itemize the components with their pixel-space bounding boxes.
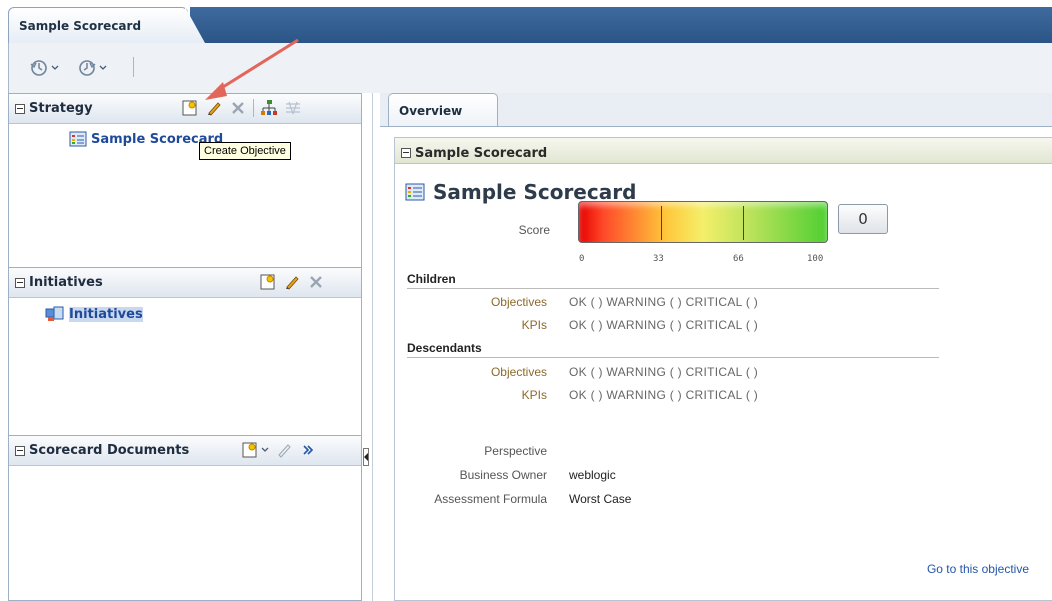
create-document-button[interactable] [241,441,259,459]
strategy-panel-header: Strategy [9,94,361,124]
double-chevron-right-icon [303,445,314,455]
edit-button[interactable] [283,273,301,291]
go-to-objective-link[interactable]: Go to this objective [927,562,1029,576]
documents-panel-header: Scorecard Documents [9,436,361,466]
initiatives-panel: Initiatives Initiatives [9,267,361,435]
strategy-title-text: Strategy [29,101,93,116]
card-header-text: Sample Scorecard [415,145,548,161]
initiatives-icon [45,306,64,321]
history-forward-icon [79,60,96,76]
edit-button[interactable] [275,441,293,459]
score-value: 0 [838,204,888,234]
score-label: Score [518,223,550,237]
toolbar-divider [133,57,134,77]
descendants-kpis-label: KPIs [521,388,547,402]
descendants-heading: Descendants [407,341,939,358]
scorecard-icon [405,183,425,201]
pencil-icon [286,276,299,290]
chevron-down-icon[interactable] [261,446,269,454]
chevron-down-icon [51,65,59,70]
initiatives-panel-toolbar [259,273,325,291]
documents-title-text: Scorecard Documents [29,443,190,458]
gauge-tick-label: 33 [653,254,664,264]
toolbar [8,43,1052,93]
header-strip [190,7,1052,43]
collapse-icon[interactable] [15,445,25,456]
scorecard-icon [69,131,87,147]
chevron-down-icon [99,65,107,70]
card-header[interactable]: Sample Scorecard [395,138,1052,164]
tab-sample-scorecard[interactable]: Sample Scorecard [8,7,188,43]
gauge-tick-label: 0 [579,254,585,264]
strategy-panel: Strategy Sample Scorecard [9,94,361,267]
app-header: Sample Scorecard [0,0,1052,43]
descendants-objectives-label: Objectives [490,365,547,379]
pane-divider [372,93,373,601]
tree-item-label: Initiatives [69,306,143,322]
assessment-formula-value: Worst Case [569,492,632,506]
pane-splitter-handle[interactable] [363,448,369,466]
delete-x-icon [310,276,322,288]
children-objectives-label: Objectives [490,295,547,309]
business-owner-value: weblogic [569,468,616,482]
history-back-icon [30,60,47,76]
score-gauge [578,201,828,243]
new-document-icon [242,442,257,458]
create-initiative-button[interactable] [259,273,277,291]
children-kpis-status: OK ( ) WARNING ( ) CRITICAL ( ) [569,318,759,332]
initiatives-panel-header: Initiatives [9,268,361,298]
children-kpis-label: KPIs [521,318,547,332]
scorecard-overview-card: Sample Scorecard Sample Scorecard Score … [394,137,1052,601]
forward-history-button[interactable] [77,57,107,79]
perspective-label: Perspective [484,444,547,458]
pencil-icon [278,444,291,458]
descendants-kpis-status: OK ( ) WARNING ( ) CRITICAL ( ) [569,388,759,402]
annotation-arrow-icon [205,38,299,100]
gauge-tick-label: 66 [733,254,744,264]
gauge-tick-line [743,206,744,240]
descendants-objectives-status: OK ( ) WARNING ( ) CRITICAL ( ) [569,365,759,379]
scorecard-documents-panel: Scorecard Documents [9,435,361,601]
collapse-icon[interactable] [15,277,25,288]
back-history-button[interactable] [29,57,59,79]
delete-button[interactable] [307,273,325,291]
gauge-tick-line [661,206,662,240]
children-heading: Children [407,272,939,289]
tab-overview[interactable]: Overview [388,93,498,127]
documents-panel-toolbar [241,441,317,459]
business-owner-label: Business Owner [459,468,547,482]
left-pane: Strategy Sample Scorecard Initiatives In… [8,93,362,601]
main-content: Overview Sample Scorecard Sample Scoreca… [380,93,1052,601]
create-objective-tooltip: Create Objective [199,142,291,160]
initiatives-panel-title[interactable]: Initiatives [15,275,103,290]
tree-item-initiatives[interactable]: Initiatives [45,306,143,322]
overview-body: Sample Scorecard Sample Scorecard Score … [380,126,1052,601]
gauge-tick-label: 100 [807,254,824,264]
documents-panel-title[interactable]: Scorecard Documents [15,443,189,458]
strategy-panel-title[interactable]: Strategy [15,101,93,116]
children-objectives-status: OK ( ) WARNING ( ) CRITICAL ( ) [569,295,759,309]
collapse-icon[interactable] [401,148,411,158]
assessment-formula-label: Assessment Formula [434,492,547,506]
initiatives-title-text: Initiatives [29,275,103,290]
new-document-icon [260,274,275,290]
more-button[interactable] [299,441,317,459]
collapse-icon[interactable] [15,103,25,114]
